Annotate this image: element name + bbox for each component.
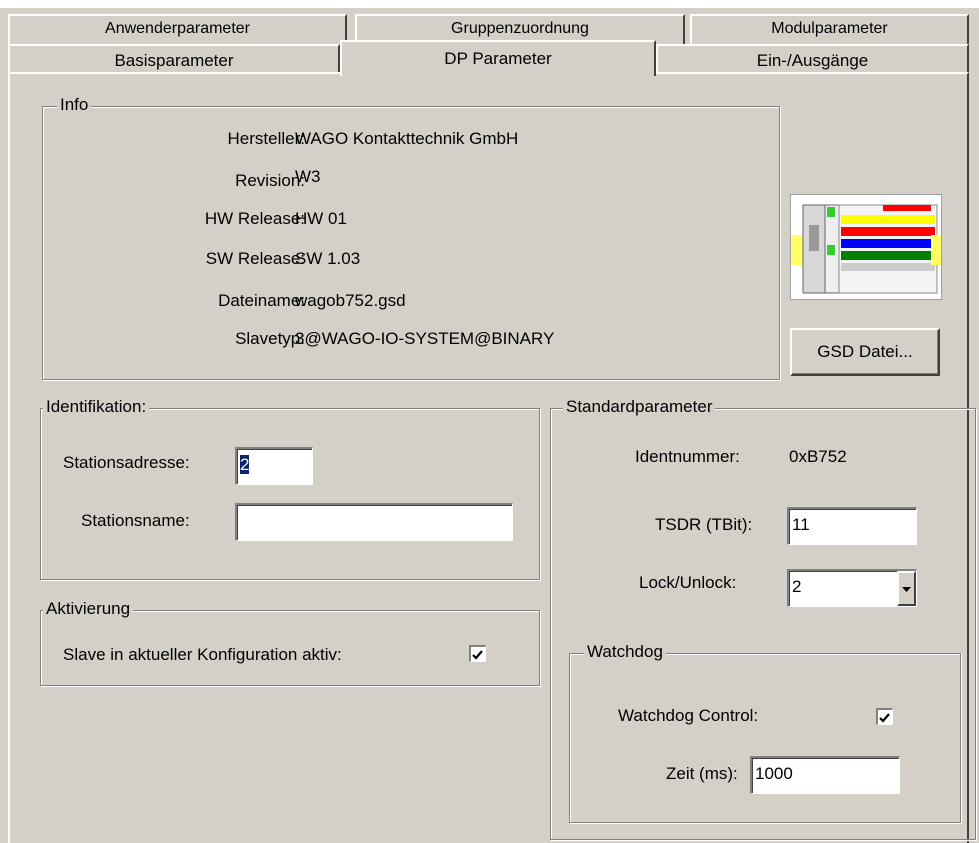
tsdr-input[interactable]: 11 <box>787 507 917 545</box>
watchdog-control-label: Watchdog Control: <box>618 706 759 725</box>
sw-release-value: SW 1.03 <box>295 249 361 268</box>
dateiname-value: wagob752.gsd <box>295 291 406 310</box>
station-address-label: Stationsadresse: <box>63 453 190 472</box>
station-address-input[interactable]: 2 <box>235 447 313 485</box>
lock-unlock-label: Lock/Unlock: <box>639 573 737 592</box>
slavetyp-value: 3@WAGO-IO-SYSTEM@BINARY <box>295 329 555 348</box>
zeit-input[interactable]: 1000 <box>750 756 900 794</box>
identnummer-value: 0xB752 <box>789 447 847 466</box>
info-legend: Info <box>57 95 92 115</box>
sw-release-label: SW Release: <box>205 249 305 268</box>
tsdr-label: TSDR (TBit): <box>655 515 753 534</box>
hw-release-value: HW 01 <box>295 209 347 228</box>
tab-basisparameter[interactable]: Basisparameter <box>8 44 340 74</box>
chevron-down-icon <box>902 587 911 592</box>
identifikation-legend: Identifikation: <box>43 397 150 417</box>
tab-ein-ausgaenge[interactable]: Ein-/Ausgänge <box>656 44 969 74</box>
station-name-label: Stationsname: <box>81 511 190 530</box>
standardparameter-group: Standardparameter Identnummer: 0xB752 TS… <box>550 397 976 840</box>
zeit-label: Zeit (ms): <box>666 764 738 783</box>
title-strip <box>0 0 979 8</box>
tab-modulparameter[interactable]: Modulparameter <box>690 14 969 44</box>
identnummer-label: Identnummer: <box>635 447 740 466</box>
device-image <box>790 194 942 300</box>
watchdog-group: Watchdog Watchdog Control: Zeit (ms): 10… <box>569 642 961 823</box>
dateiname-label: Dateiname: <box>218 291 305 310</box>
lock-unlock-select[interactable]: 2 <box>787 569 917 607</box>
dropdown-button[interactable] <box>897 571 916 606</box>
checkmark-icon <box>472 650 483 660</box>
checkmark-icon <box>879 713 890 723</box>
tab-anwenderparameter[interactable]: Anwenderparameter <box>8 14 347 44</box>
aktivierung-group: Aktivierung Slave in aktueller Konfigura… <box>40 599 540 686</box>
hersteller-label: Hersteller: <box>227 129 305 148</box>
info-group: Info Hersteller: WAGO Kontakttechnik Gmb… <box>42 95 780 380</box>
revision-value: W3 <box>295 167 321 186</box>
tab-panel: Info Hersteller: WAGO Kontakttechnik Gmb… <box>8 72 976 843</box>
aktivierung-legend: Aktivierung <box>43 599 134 619</box>
tab-dp-parameter[interactable]: DP Parameter <box>340 40 656 76</box>
station-name-input[interactable] <box>235 503 513 541</box>
hersteller-value: WAGO Kontakttechnik GmbH <box>295 129 519 148</box>
watchdog-control-checkbox[interactable] <box>876 708 893 725</box>
wago-module-icon <box>791 204 941 294</box>
watchdog-legend: Watchdog <box>584 642 666 662</box>
identifikation-group: Identifikation: Stationsadresse: 2 Stati… <box>40 397 540 580</box>
gsd-file-button[interactable]: GSD Datei... <box>790 328 940 376</box>
slave-active-checkbox[interactable] <box>469 645 486 662</box>
slave-active-label: Slave in aktueller Konfiguration aktiv: <box>63 645 342 664</box>
standardparameter-legend: Standardparameter <box>563 397 716 417</box>
hw-release-label: HW Release: <box>204 209 305 228</box>
